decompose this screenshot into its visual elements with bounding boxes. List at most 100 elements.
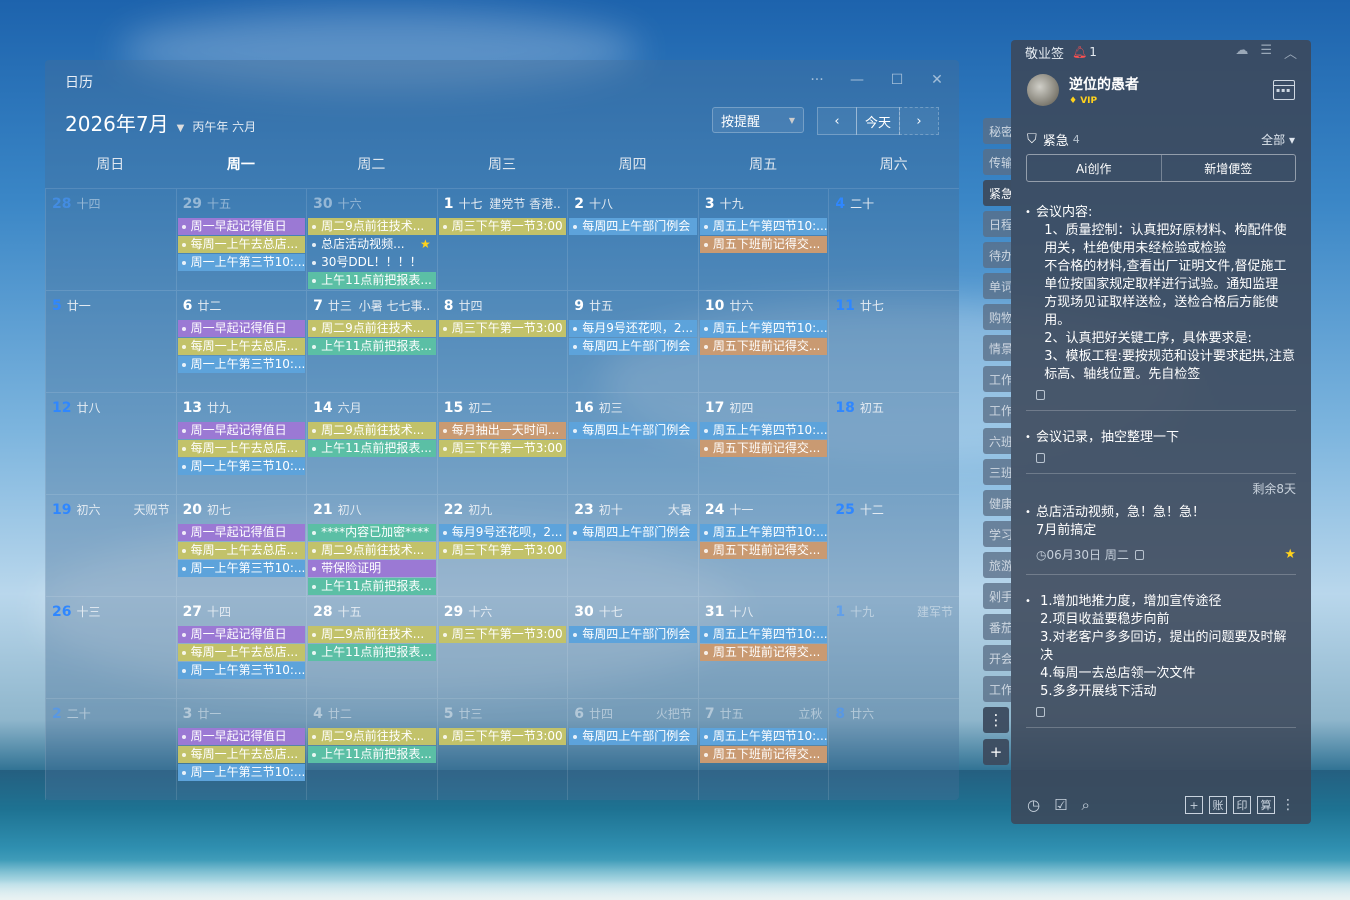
calendar-event[interactable]: 上午11点前把报表... <box>308 440 436 457</box>
more-icon[interactable]: ··· <box>807 70 827 90</box>
day-cell[interactable]: 20 初七 周一早起记得值日 每周一上午去总店... 周一上午第三节10:... <box>175 494 307 596</box>
side-tab[interactable]: 学习 <box>983 521 1011 547</box>
calendar-event[interactable]: 周一上午第三节10:... <box>177 356 306 373</box>
calendar-check-icon[interactable]: ☑ <box>1054 796 1067 814</box>
calendar-event[interactable]: 每周四上午部门例会 <box>569 338 697 355</box>
day-cell[interactable]: 1 十七 建党节 香港... 周三下午第一节3:00 <box>436 188 568 290</box>
calendar-event[interactable]: 每周一上午去总店... <box>177 440 306 457</box>
new-note-button[interactable]: 新增便签 <box>1162 155 1296 181</box>
calendar-event[interactable]: 上午11点前把报表... <box>308 578 436 595</box>
add-note-button[interactable]: + <box>1185 796 1203 814</box>
calendar-event[interactable]: 周五下班前记得交... <box>699 746 828 763</box>
calendar-event[interactable]: 周五上午第四节10:... <box>699 524 828 541</box>
calendar-event[interactable]: 带保险证明 <box>308 560 436 577</box>
calendar-event[interactable]: 每周四上午部门例会 <box>569 422 697 439</box>
day-cell[interactable]: 5 廿三 周三下午第一节3:00 <box>436 698 568 800</box>
day-cell[interactable]: 2 二十 <box>45 698 176 800</box>
calendar-event[interactable]: 上午11点前把报表... <box>308 644 436 661</box>
bell-icon[interactable]: 🔔︎ <box>1072 45 1087 59</box>
ai-create-button[interactable]: Ai创作 <box>1027 155 1162 181</box>
calendar-event[interactable]: 周五下班前记得交... <box>699 236 828 253</box>
calendar-icon[interactable] <box>1273 80 1295 100</box>
day-cell[interactable]: 4 廿二 周二9点前往技术... 上午11点前把报表... <box>306 698 437 800</box>
side-tab[interactable]: 单词 <box>983 273 1011 299</box>
side-tab[interactable]: 工作 <box>983 366 1011 392</box>
calendar-event[interactable]: 每月抽出一天时间... <box>438 422 567 439</box>
calendar-event[interactable]: 周一上午第三节10:... <box>177 458 306 475</box>
day-cell[interactable]: 6 廿二 周一早起记得值日 每周一上午去总店... 周一上午第三节10:... <box>175 290 307 392</box>
calendar-event[interactable]: 周一早起记得值日 <box>177 626 306 643</box>
calendar-event[interactable]: ****内容已加密**** <box>308 524 436 541</box>
day-cell[interactable]: 7 廿五 立秋 周五上午第四节10:... 周五下班前记得交... <box>697 698 829 800</box>
day-cell[interactable]: 27 十四 周一早起记得值日 每周一上午去总店... 周一上午第三节10:... <box>175 596 307 698</box>
day-cell[interactable]: 30 十七 每周四上午部门例会 <box>567 596 698 698</box>
calendar-event[interactable]: 周五上午第四节10:... <box>699 218 828 235</box>
calendar-event[interactable]: 每周四上午部门例会 <box>569 728 697 745</box>
calendar-event[interactable]: 周二9点前往技术... <box>308 320 436 337</box>
side-tab[interactable]: 剁手 <box>983 583 1011 609</box>
prev-month-button[interactable]: ‹ <box>817 107 857 135</box>
day-cell[interactable]: 24 十一 周五上午第四节10:... 周五下班前记得交... <box>697 494 829 596</box>
side-tab[interactable]: 日程 <box>983 211 1011 237</box>
day-cell[interactable]: 22 初九 每月9号还花呗，2... 周三下午第一节3:00 <box>436 494 568 596</box>
calendar-event[interactable]: 周三下午第一节3:00 <box>438 218 567 235</box>
calendar-event[interactable]: 周三下午第一节3:00 <box>438 728 567 745</box>
day-cell[interactable]: 29 十五 周一早起记得值日 每周一上午去总店... 周一上午第三节10:... <box>175 188 307 290</box>
side-tab[interactable]: 待办 <box>983 242 1011 268</box>
calendar-event[interactable]: 上午11点前把报表... <box>308 746 436 763</box>
side-tab[interactable]: 番茄 <box>983 614 1011 640</box>
maximize-icon[interactable]: ☐ <box>887 70 907 90</box>
day-cell[interactable]: 10 廿六 周五上午第四节10:... 周五下班前记得交... <box>697 290 829 392</box>
calendar-event[interactable]: 每月9号还花呗，2... <box>569 320 697 337</box>
calendar-event[interactable]: 周二9点前往技术... <box>308 218 436 235</box>
star-icon[interactable]: ★ <box>1284 546 1296 564</box>
calendar-event[interactable]: 每月9号还花呗，2... <box>438 524 567 541</box>
side-tab[interactable]: 传输 <box>983 149 1011 175</box>
day-cell[interactable]: 13 廿九 周一早起记得值日 每周一上午去总店... 周一上午第三节10:... <box>175 392 307 494</box>
note-item[interactable]: 剩余8天 • 总店活动视频，急！急！急！ 7月前搞定 ◷ 06月30日 周二 ★ <box>1025 482 1296 575</box>
day-cell[interactable]: 1 十九 建军节 <box>828 596 959 698</box>
calendar-event[interactable]: 周一早起记得值日 <box>177 524 306 541</box>
calendar-event[interactable]: 周一上午第三节10:... <box>177 254 306 271</box>
clock-icon[interactable]: ◷ <box>1027 796 1040 814</box>
calendar-event[interactable]: 周五下班前记得交... <box>699 644 828 661</box>
calendar-event[interactable]: 周一上午第三节10:... <box>177 662 306 679</box>
side-tab[interactable]: 开会 <box>983 645 1011 671</box>
calendar-event[interactable]: 周二9点前往技术... <box>308 728 436 745</box>
calendar-event[interactable]: 周五上午第四节10:... <box>699 320 828 337</box>
calendar-event[interactable]: 周一早起记得值日 <box>177 218 306 235</box>
day-cell[interactable]: 3 廿一 周一早起记得值日 每周一上午去总店... 周一上午第三节10:... <box>175 698 307 800</box>
day-cell[interactable]: 29 十六 周三下午第一节3:00 <box>436 596 568 698</box>
caret-down-icon[interactable]: ▼ <box>177 123 185 134</box>
add-tab-icon[interactable]: + <box>983 739 1009 765</box>
day-cell[interactable]: 17 初四 周五上午第四节10:... 周五下班前记得交... <box>697 392 829 494</box>
day-cell[interactable]: 3 十九 周五上午第四节10:... 周五下班前记得交... <box>697 188 829 290</box>
side-tab[interactable]: 工作 <box>983 676 1011 702</box>
day-cell[interactable]: 18 初五 <box>828 392 959 494</box>
day-cell[interactable]: 26 十三 <box>45 596 176 698</box>
today-button[interactable]: 今天 <box>856 107 900 135</box>
day-cell[interactable]: 16 初三 每周四上午部门例会 <box>567 392 698 494</box>
calendar-event[interactable]: 上午11点前把报表... <box>308 338 436 355</box>
calendar-event[interactable]: 周一上午第三节10:... <box>177 764 306 781</box>
minimize-icon[interactable]: — <box>847 70 867 90</box>
calendar-event[interactable]: 周三下午第一节3:00 <box>438 542 567 559</box>
calendar-event[interactable]: 每周四上午部门例会 <box>569 218 697 235</box>
avatar[interactable] <box>1027 74 1059 106</box>
calendar-event[interactable]: 周一早起记得值日 <box>177 728 306 745</box>
calendar-event[interactable]: 每周一上午去总店... <box>177 542 306 559</box>
calendar-event[interactable]: 周一早起记得值日 <box>177 320 306 337</box>
side-tab[interactable]: 六班 <box>983 428 1011 454</box>
calendar-event[interactable]: 总店活动视频... ★ <box>308 236 436 253</box>
side-tab[interactable]: 情景 <box>983 335 1011 361</box>
calendar-event[interactable]: 周五下班前记得交... <box>699 440 828 457</box>
calendar-event[interactable]: 周一上午第三节10:... <box>177 560 306 577</box>
day-cell[interactable]: 5 廿一 <box>45 290 176 392</box>
day-cell[interactable]: 12 廿八 <box>45 392 176 494</box>
calendar-event[interactable]: 周五下班前记得交... <box>699 338 828 355</box>
day-cell[interactable]: 7 廿三 小暑 七七事... 周二9点前往技术... 上午11点前把报表... <box>306 290 437 392</box>
calendar-event[interactable]: 周五上午第四节10:... <box>699 728 828 745</box>
calendar-event[interactable]: 每周一上午去总店... <box>177 644 306 661</box>
day-cell[interactable]: 8 廿四 周三下午第一节3:00 <box>436 290 568 392</box>
day-cell[interactable]: 25 十二 <box>828 494 959 596</box>
